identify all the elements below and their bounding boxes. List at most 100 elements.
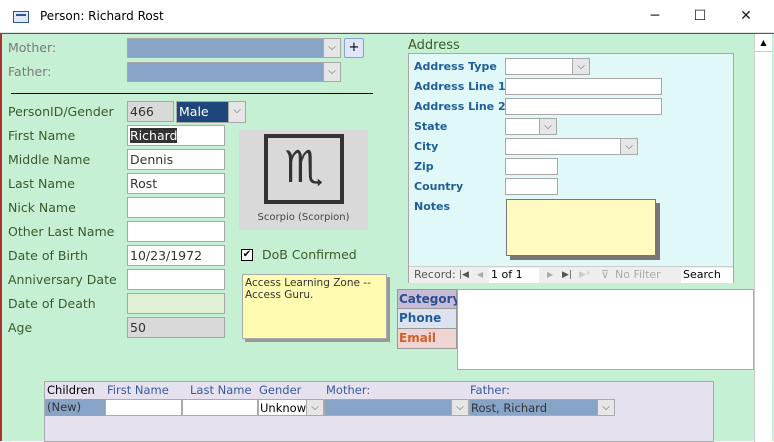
- tab-phone[interactable]: Phone: [397, 309, 457, 329]
- child-last-name-field[interactable]: [182, 399, 258, 416]
- filter-icon: ⊽: [601, 268, 610, 281]
- first-name-label: First Name: [8, 128, 76, 143]
- mother-header: Mother:: [326, 383, 371, 397]
- address-line1-label: Address Line 1: [414, 80, 506, 93]
- middle-name-label: Middle Name: [8, 152, 91, 167]
- gender-value: Male: [179, 104, 209, 119]
- record-navigator: Record: |◀ ◀ 1 of 1 ▶ ▶| ▶* ⊽ No Filter …: [409, 266, 733, 283]
- child-gender-combo[interactable]: Unknown ⌵: [258, 399, 324, 416]
- no-filter-button[interactable]: No Filter: [615, 267, 661, 283]
- person-form: Mother: ⌵ + Father: ⌵ PersonID/Gender 46…: [0, 33, 774, 442]
- other-last-name-label: Other Last Name: [8, 224, 115, 239]
- child-first-name-field[interactable]: [105, 399, 182, 416]
- dob-confirmed-label: DoB Confirmed: [262, 247, 357, 262]
- maximize-button[interactable]: ☐: [677, 0, 723, 33]
- tab-email-label: Email: [399, 331, 437, 345]
- search-field[interactable]: Search: [681, 268, 733, 283]
- address-line2-field[interactable]: [505, 98, 662, 115]
- middle-name-field[interactable]: Dennis: [127, 149, 225, 170]
- chevron-down-icon[interactable]: ⌵: [597, 400, 614, 415]
- address-type-combo[interactable]: ⌵: [505, 58, 590, 75]
- minimize-button[interactable]: ─: [632, 0, 678, 33]
- father-combo[interactable]: ⌵: [127, 62, 341, 82]
- anniversary-label: Anniversary Date: [8, 272, 117, 287]
- contact-list[interactable]: [457, 289, 754, 370]
- new-record-button[interactable]: ▶*: [579, 267, 590, 283]
- scorpio-icon: ♏: [264, 134, 344, 204]
- contact-tabs: Category Phone Email: [397, 289, 460, 349]
- title-bar: Person: Richard Rost ─ ☐ ✕: [0, 0, 774, 33]
- children-header: Children: [47, 383, 95, 397]
- chevron-down-icon[interactable]: ⌵: [306, 400, 323, 415]
- zip-field[interactable]: [505, 158, 558, 175]
- next-record-button[interactable]: ▶: [547, 267, 553, 283]
- last-name-field[interactable]: Rost: [127, 173, 225, 194]
- person-id-gender-label: PersonID/Gender: [8, 104, 114, 119]
- zodiac-caption: Scorpio (Scorpion): [257, 212, 350, 223]
- first-name-value: Richard: [130, 128, 178, 143]
- address-subform: Address Type ⌵ Address Line 1 Address Li…: [408, 53, 734, 283]
- window-title: Person: Richard Rost: [40, 9, 164, 23]
- state-combo[interactable]: ⌵: [505, 118, 557, 135]
- chevron-down-icon[interactable]: ⌵: [323, 63, 340, 81]
- address-notes-label: Notes: [414, 200, 451, 213]
- dob-label: Date of Birth: [8, 248, 88, 263]
- dob-confirmed-checkbox[interactable]: ✔: [241, 249, 253, 261]
- other-last-name-field[interactable]: [127, 221, 225, 242]
- child-mother-combo[interactable]: ⌵: [324, 399, 469, 416]
- chevron-down-icon[interactable]: ⌵: [572, 59, 589, 74]
- record-position-field[interactable]: 1 of 1: [489, 268, 539, 283]
- chevron-down-icon[interactable]: ⌵: [620, 139, 637, 154]
- tab-phone-label: Phone: [399, 311, 442, 325]
- address-line1-field[interactable]: [505, 78, 662, 95]
- dod-label: Date of Death: [8, 296, 96, 311]
- person-notes-field[interactable]: Access Learning Zone -- Access Guru.: [242, 274, 387, 339]
- anniversary-field[interactable]: [127, 269, 225, 290]
- record-label: Record:: [414, 268, 456, 281]
- child-father-combo[interactable]: Rost, Richard ⌵: [469, 399, 615, 416]
- mother-combo[interactable]: ⌵: [127, 38, 341, 58]
- state-label: State: [414, 120, 448, 133]
- nick-name-field[interactable]: [127, 197, 225, 218]
- table-row[interactable]: (New) Unknown ⌵ ⌵ Rost, Richard ⌵: [45, 399, 615, 416]
- chevron-down-icon[interactable]: ⌵: [539, 119, 556, 134]
- zodiac-image: ♏ Scorpio (Scorpion): [239, 130, 368, 230]
- close-button[interactable]: ✕: [723, 0, 769, 33]
- gender-combo[interactable]: Male ⌵: [176, 101, 246, 123]
- dob-field[interactable]: 10/23/1972: [127, 245, 225, 266]
- address-line2-label: Address Line 2: [414, 100, 506, 113]
- tab-email[interactable]: Email: [397, 329, 457, 349]
- chevron-down-icon[interactable]: ⌵: [228, 102, 245, 122]
- scroll-up-icon[interactable]: ▲: [755, 34, 772, 52]
- father-header: Father:: [470, 383, 510, 397]
- gender-header: Gender: [259, 383, 302, 397]
- age-field: 50: [127, 317, 225, 338]
- vertical-scrollbar[interactable]: ▲: [754, 34, 772, 442]
- country-label: Country: [414, 180, 464, 193]
- mother-label: Mother:: [8, 40, 57, 55]
- child-father-value: Rost, Richard: [471, 401, 547, 415]
- last-name-label: Last Name: [8, 176, 75, 191]
- address-type-label: Address Type: [414, 60, 497, 73]
- country-field[interactable]: [505, 178, 558, 195]
- age-label: Age: [8, 320, 33, 335]
- person-id-field: 466: [127, 101, 174, 122]
- zip-label: Zip: [414, 160, 434, 173]
- previous-record-button[interactable]: ◀: [477, 267, 483, 283]
- record-selector: (New): [47, 400, 82, 414]
- tab-category[interactable]: Category: [397, 289, 460, 309]
- add-mother-button[interactable]: +: [344, 38, 364, 58]
- first-name-field[interactable]: Richard: [127, 125, 225, 146]
- address-notes-field[interactable]: [506, 199, 656, 256]
- last-record-button[interactable]: ▶|: [562, 267, 572, 283]
- form-icon: [13, 11, 29, 23]
- divider: [11, 93, 373, 94]
- chevron-down-icon[interactable]: ⌵: [323, 39, 340, 57]
- nick-name-label: Nick Name: [8, 200, 76, 215]
- chevron-down-icon[interactable]: ⌵: [451, 400, 468, 415]
- city-label: City: [414, 140, 439, 153]
- dod-field[interactable]: [127, 293, 225, 314]
- first-record-button[interactable]: |◀: [459, 267, 469, 283]
- city-combo[interactable]: ⌵: [505, 138, 638, 155]
- father-label: Father:: [8, 64, 52, 79]
